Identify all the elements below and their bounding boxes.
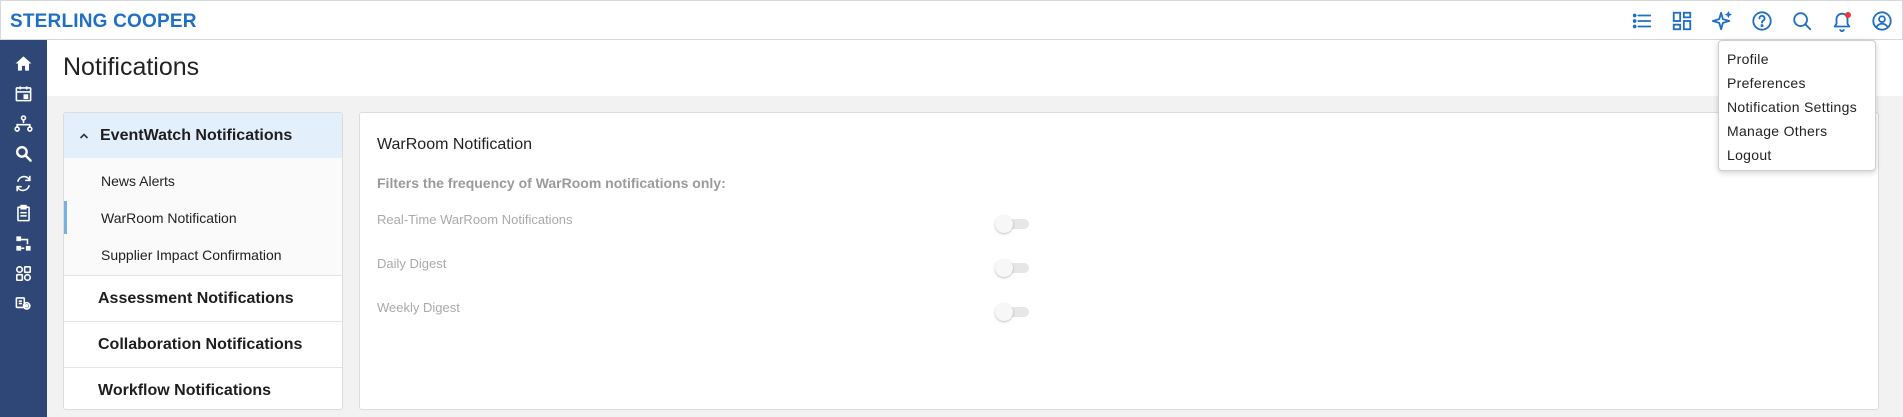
help-icon[interactable] (1742, 1, 1782, 41)
search-zoom-icon[interactable] (0, 138, 47, 168)
notification-settings-panel: WarRoom Notification Filters the frequen… (359, 112, 1879, 410)
menu-item-preferences[interactable]: Preferences (1719, 71, 1875, 95)
weekly-digest-toggle[interactable] (995, 303, 1031, 321)
workflow-icon[interactable] (0, 228, 47, 258)
menu-item-notification-settings[interactable]: Notification Settings (1719, 95, 1875, 119)
menu-item-manage-others[interactable]: Manage Others (1719, 119, 1875, 143)
menu-item-profile[interactable]: Profile (1719, 47, 1875, 71)
grid-apps-icon[interactable] (0, 258, 47, 288)
category-label: EventWatch Notifications (100, 126, 293, 144)
refresh-icon[interactable] (0, 168, 47, 198)
dashboard-icon[interactable] (1662, 1, 1702, 41)
setting-row-realtime: Real-Time WarRoom Notifications (377, 212, 1029, 236)
bell-icon[interactable] (1822, 1, 1862, 41)
page-header: Notifications (47, 40, 1903, 96)
filter-description: Filters the frequency of WarRoom notific… (377, 175, 726, 191)
setting-row-weekly-digest: Weekly Digest (377, 300, 1029, 324)
left-nav-rail (0, 40, 47, 417)
notification-dot (1845, 12, 1851, 18)
hierarchy-icon[interactable] (0, 108, 47, 138)
section-title: WarRoom Notification (377, 136, 533, 153)
daily-digest-toggle[interactable] (995, 259, 1031, 277)
menu-item-logout[interactable]: Logout (1719, 143, 1875, 167)
brand-logo[interactable]: STERLING COOPER (10, 11, 197, 33)
page-title: Notifications (63, 53, 200, 81)
top-icon-group (1622, 1, 1902, 41)
home-icon[interactable] (0, 48, 47, 78)
search-icon[interactable] (1782, 1, 1822, 41)
subitem-warroom-notification[interactable]: WarRoom Notification (64, 199, 342, 236)
category-eventwatch-header[interactable]: EventWatch Notifications (64, 113, 342, 158)
clipboard-icon[interactable] (0, 198, 47, 228)
category-assessment[interactable]: Assessment Notifications (64, 276, 342, 322)
user-icon[interactable] (1862, 1, 1902, 41)
setting-label: Daily Digest (377, 256, 447, 271)
category-workflow[interactable]: Workflow Notifications (64, 368, 342, 409)
realtime-toggle[interactable] (995, 215, 1031, 233)
setting-label: Weekly Digest (377, 300, 460, 315)
user-menu-dropdown: Profile Preferences Notification Setting… (1718, 40, 1876, 171)
calendar-icon[interactable] (0, 78, 47, 108)
chevron-up-icon (79, 132, 89, 139)
subitem-supplier-impact-confirmation[interactable]: Supplier Impact Confirmation (64, 236, 342, 273)
category-collaboration[interactable]: Collaboration Notifications (64, 322, 342, 368)
top-bar: STERLING COOPER (0, 0, 1903, 40)
notification-category-list: EventWatch Notifications News Alerts War… (63, 112, 343, 410)
setting-row-daily-digest: Daily Digest (377, 256, 1029, 280)
settings-gear-icon[interactable] (0, 288, 47, 318)
subitem-news-alerts[interactable]: News Alerts (64, 162, 342, 199)
setting-label: Real-Time WarRoom Notifications (377, 212, 573, 227)
list-icon[interactable] (1622, 1, 1662, 41)
sparkle-icon[interactable] (1702, 1, 1742, 41)
eventwatch-subitems: News Alerts WarRoom Notification Supplie… (64, 158, 342, 276)
